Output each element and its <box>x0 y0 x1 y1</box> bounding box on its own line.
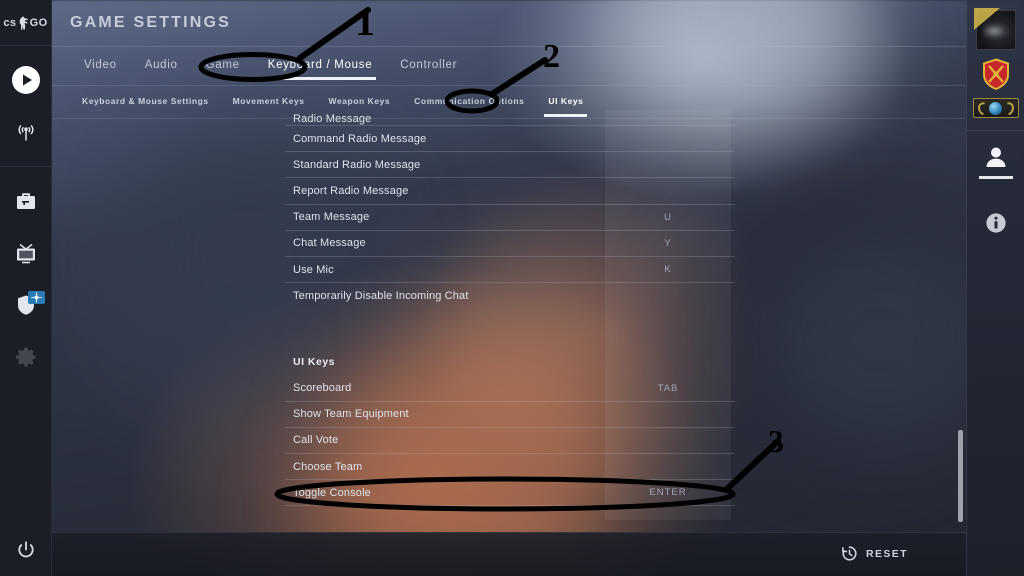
setting-label: Temporarily Disable Incoming Chat <box>293 290 469 303</box>
tv-icon <box>16 243 35 264</box>
tab-audio[interactable]: Audio <box>131 53 192 80</box>
inventory-icon <box>16 193 35 209</box>
subtab-ui-keys[interactable]: UI Keys <box>536 90 595 117</box>
profile-button[interactable] <box>967 131 1024 179</box>
quit-button[interactable] <box>0 524 52 576</box>
star-burst-icon <box>31 292 42 303</box>
table-row[interactable]: Report Radio Message <box>285 178 735 205</box>
info-icon <box>986 213 1006 233</box>
section-heading-label: UI Keys <box>293 355 336 368</box>
rail-group-primary <box>0 46 51 167</box>
right-rail-inventory-group <box>967 0 1024 131</box>
setting-label: Chat Message <box>293 237 366 250</box>
table-row[interactable]: Team Message U <box>285 205 735 231</box>
table-row[interactable]: Show Team Equipment <box>285 402 735 428</box>
setting-keybind: K <box>664 264 672 276</box>
left-sidebar: cs GO <box>0 0 52 576</box>
table-row[interactable]: Temporarily Disable Incoming Chat <box>285 283 735 309</box>
sidebar-item-inventory[interactable] <box>0 175 51 227</box>
settings-list: Radio Message Command Radio Message Stan… <box>285 110 735 520</box>
sidebar-item-prime-status[interactable] <box>0 279 51 331</box>
watch-icon <box>17 125 34 141</box>
subtab-weapon-keys[interactable]: Weapon Keys <box>317 90 403 114</box>
tab-controller[interactable]: Controller <box>386 53 471 80</box>
sidebar-item-broadcast[interactable] <box>0 227 51 279</box>
wing-left-icon <box>974 99 993 118</box>
subtab-movement-keys[interactable]: Movement Keys <box>221 90 317 114</box>
csgo-logo: cs GO <box>0 0 51 46</box>
right-sidebar <box>966 0 1024 576</box>
wing-right-icon <box>998 99 1017 118</box>
reset-label: RESET <box>865 547 908 560</box>
header: GAME SETTINGS <box>52 0 966 46</box>
table-row-toggle-console[interactable]: Toggle Console ENTER <box>285 480 735 507</box>
setting-label: Standard Radio Message <box>293 158 421 171</box>
profile-active-underline <box>978 176 1013 179</box>
power-icon <box>18 541 34 558</box>
setting-keybind: ENTER <box>649 487 687 499</box>
logo-text-go: GO <box>29 16 48 29</box>
info-button[interactable] <box>967 212 1024 234</box>
table-row[interactable]: Use Mic K <box>285 257 735 284</box>
logo-text-cs: cs <box>3 16 17 29</box>
page-title: GAME SETTINGS <box>70 14 232 31</box>
history-clock-icon <box>842 546 857 561</box>
setting-label: Show Team Equipment <box>293 408 409 421</box>
sidebar-item-play[interactable] <box>0 54 51 106</box>
setting-label: Use Mic <box>293 263 334 276</box>
service-medal-icon <box>982 58 1009 90</box>
sidebar-item-watch[interactable] <box>0 106 51 158</box>
play-icon <box>11 66 40 94</box>
rail-group-secondary <box>0 167 51 391</box>
sub-tabs-divider <box>52 118 966 119</box>
section-heading-ui-keys: UI Keys <box>285 336 735 376</box>
gear-icon <box>15 347 35 367</box>
setting-keybind: U <box>664 211 672 223</box>
setting-keybind: Y <box>664 237 672 249</box>
reset-button[interactable]: RESET <box>841 545 908 562</box>
setting-label: Call Vote <box>293 434 339 447</box>
subtab-communication-options[interactable]: Communication Options <box>402 90 536 114</box>
bottom-bar: RESET <box>52 532 966 576</box>
subtab-keyboard-mouse-settings[interactable]: Keyboard & Mouse Settings <box>70 90 221 114</box>
scrollbar-thumb[interactable] <box>958 430 963 522</box>
table-row[interactable]: Call Vote <box>285 428 735 455</box>
tab-game[interactable]: Game <box>192 53 254 80</box>
coin-badge[interactable] <box>967 94 1024 122</box>
prime-badge <box>28 291 45 304</box>
setting-label: Report Radio Message <box>293 184 409 197</box>
profile-icon <box>986 147 1005 167</box>
sub-tabs: Keyboard & Mouse Settings Movement Keys … <box>52 86 966 118</box>
table-row[interactable]: Choose Team <box>285 454 735 481</box>
background-blur-blob <box>760 230 1000 450</box>
tab-video[interactable]: Video <box>70 53 131 80</box>
setting-label: Toggle Console <box>293 486 371 499</box>
item-thumbnail[interactable] <box>967 6 1024 54</box>
medal-red-badge[interactable] <box>967 54 1024 94</box>
setting-label: Team Message <box>293 211 370 224</box>
table-row[interactable]: Command Radio Message <box>285 126 735 153</box>
setting-label: Command Radio Message <box>293 132 427 145</box>
sidebar-item-settings[interactable] <box>0 331 51 383</box>
csgo-soldier-icon <box>19 15 28 30</box>
table-row[interactable]: Standard Radio Message <box>285 152 735 179</box>
tab-keyboard-mouse[interactable]: Keyboard / Mouse <box>254 53 387 80</box>
skin-art <box>982 21 1011 41</box>
table-row[interactable]: Scoreboard TAB <box>285 376 735 402</box>
table-row[interactable]: Chat Message Y <box>285 231 735 257</box>
setting-label: Choose Team <box>293 460 363 473</box>
setting-label: Scoreboard <box>293 382 352 395</box>
primary-tabs: Video Audio Game Keyboard / Mouse Contro… <box>52 47 966 85</box>
setting-keybind: TAB <box>657 382 679 394</box>
